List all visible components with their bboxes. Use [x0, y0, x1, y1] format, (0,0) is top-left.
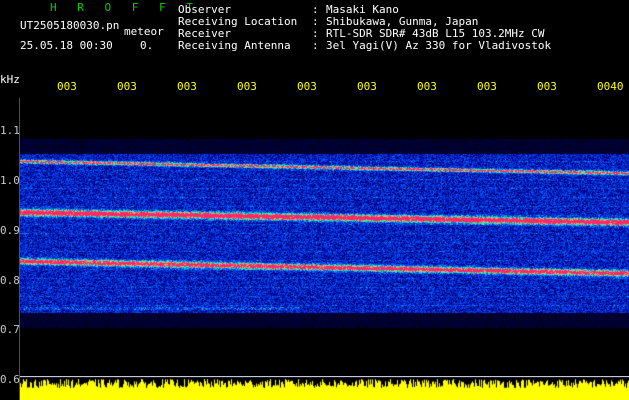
time-tick: 003 — [177, 80, 197, 93]
time-tick: 0040 — [597, 80, 624, 93]
freq-tick: 0.7 — [0, 323, 20, 336]
datetime-label: 25.05.18 00:30 — [20, 39, 113, 52]
freq-tick: 1.1 — [0, 124, 20, 137]
file-name: UT2505180030.pn — [20, 19, 120, 32]
signal-level-strip — [20, 376, 629, 400]
freq-tick: 0.6 — [0, 373, 20, 386]
freq-tick: 0.8 — [0, 274, 20, 287]
unit-label: kHz — [0, 73, 20, 86]
time-tick: 003 — [417, 80, 437, 93]
time-tick: 003 — [237, 80, 257, 93]
time-tick: 003 — [477, 80, 497, 93]
hrofft-spectrogram-window: H R O F F T UT2505180030.pn meteor 25.05… — [0, 0, 629, 400]
meteor-label: meteor — [124, 25, 164, 38]
time-tick: 003 — [297, 80, 317, 93]
antenna-value: 3el Yagi(V) Az 330 for Vladivostok — [326, 39, 552, 52]
time-tick: 003 — [537, 80, 557, 93]
info-colons: : : : : — [312, 3, 319, 52]
time-tick: 003 — [117, 80, 137, 93]
time-tick: 003 — [57, 80, 77, 93]
time-tick: 003 — [357, 80, 377, 93]
info-values: Masaki Kano Shibukawa, Gunma, Japan RTL-… — [326, 4, 551, 52]
antenna-label: Receiving Antenna — [178, 39, 291, 52]
spectrogram-canvas — [20, 98, 629, 376]
count-value: 0. — [140, 39, 154, 52]
freq-tick: 1.0 — [0, 174, 20, 187]
info-labels: Observer Receiving Location Receiver Rec… — [178, 4, 297, 52]
freq-tick: 0.9 — [0, 224, 20, 237]
